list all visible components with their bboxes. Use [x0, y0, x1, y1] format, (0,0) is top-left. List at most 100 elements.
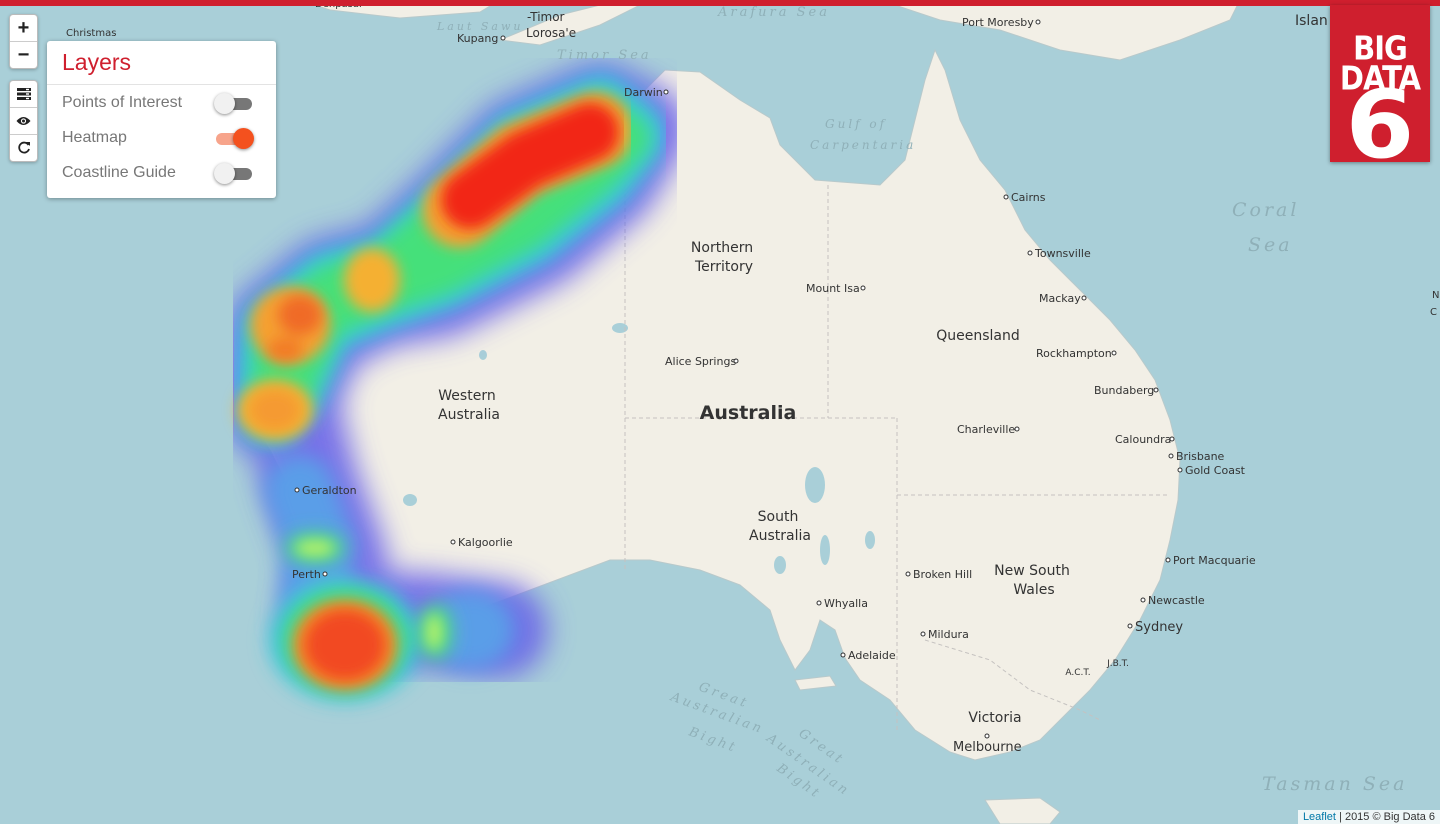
- layer-label-points-of-interest: Points of Interest: [62, 93, 183, 111]
- act-label: A.C.T.: [1065, 668, 1090, 678]
- city-port-macquarie: Port Macquarie: [1165, 554, 1256, 567]
- svg-text:Mildura: Mildura: [928, 628, 969, 641]
- visibility-button[interactable]: [10, 107, 37, 134]
- city-kalgoorlie: Kalgoorlie: [450, 536, 513, 549]
- coral-sea-label-1: Coral: [1232, 199, 1299, 221]
- c-fragment-label: C: [1430, 307, 1437, 318]
- country-label: Australia: [700, 402, 797, 424]
- nt-label-2: Territory: [694, 259, 753, 275]
- layer-row-heatmap: Heatmap: [47, 120, 276, 155]
- city-port-moresby: Port Moresby: [962, 16, 1041, 29]
- layers-toggle-button[interactable]: [10, 81, 37, 107]
- gulf-label-1: Gulf of: [825, 117, 887, 131]
- city-whyalla: Whyalla: [816, 597, 868, 610]
- leaflet-link[interactable]: Leaflet: [1303, 811, 1336, 823]
- attribution: Leaflet | 2015 © Big Data 6: [1297, 810, 1440, 824]
- city-charleville: Charleville: [957, 423, 1020, 436]
- n-fragment-label: N: [1432, 290, 1439, 301]
- city-adelaide: Adelaide: [840, 649, 896, 662]
- heatmap-toggle[interactable]: [216, 127, 254, 149]
- coral-sea-label-2: Sea: [1248, 234, 1293, 256]
- lorosae-label: Lorosa'e: [526, 26, 576, 40]
- svg-text:Darwin: Darwin: [624, 86, 663, 99]
- svg-text:Whyalla: Whyalla: [824, 597, 868, 610]
- city-townsville: Townsville: [1027, 247, 1091, 260]
- layers-panel: Layers Points of Interest Heatmap Coastl…: [47, 41, 276, 198]
- city-cairns: Cairns: [1003, 191, 1046, 204]
- gulf-label-2: Carpentaria: [810, 138, 916, 152]
- nt-label-1: Northern: [691, 240, 753, 256]
- svg-text:Port Moresby: Port Moresby: [962, 16, 1034, 29]
- svg-text:Mackay: Mackay: [1039, 292, 1081, 305]
- city-sydney: Sydney: [1127, 620, 1183, 635]
- svg-text:Port Macquarie: Port Macquarie: [1173, 554, 1256, 567]
- svg-text:Melbourne: Melbourne: [953, 740, 1022, 755]
- svg-text:Cairns: Cairns: [1011, 191, 1046, 204]
- city-caloundra: Caloundra: [1115, 433, 1175, 446]
- top-accent-bar: [0, 0, 1440, 6]
- city-newcastle: Newcastle: [1140, 594, 1205, 607]
- city-bundaberg: Bundaberg: [1094, 384, 1159, 397]
- lake-gairdner: [774, 556, 786, 574]
- city-rockhampton: Rockhampton: [1036, 347, 1117, 360]
- attribution-text: | 2015 © Big Data 6: [1339, 811, 1435, 823]
- city-alice-springs: Alice Springs: [665, 355, 739, 368]
- island-label: Islan: [1295, 13, 1328, 29]
- timor-sea-label: Timor Sea: [557, 48, 652, 63]
- wa-label-1: Western: [438, 388, 495, 404]
- svg-text:Caloundra: Caloundra: [1115, 433, 1171, 446]
- lake-wa: [403, 494, 417, 506]
- svg-text:Gold Coast: Gold Coast: [1185, 464, 1246, 477]
- svg-text:Rockhampton: Rockhampton: [1036, 347, 1112, 360]
- nsw-label-1: New South: [994, 563, 1070, 579]
- svg-text:Adelaide: Adelaide: [848, 649, 896, 662]
- layer-row-points-of-interest: Points of Interest: [47, 85, 276, 120]
- layer-row-coastline-guide: Coastline Guide: [47, 155, 276, 190]
- svg-text:Newcastle: Newcastle: [1148, 594, 1205, 607]
- qld-label: Queensland: [936, 328, 1020, 344]
- layer-label-coastline-guide: Coastline Guide: [62, 163, 176, 181]
- christmas-label: Christmas: [66, 28, 116, 39]
- city-kupang: Kupang: [457, 32, 506, 45]
- city-mildura: Mildura: [920, 628, 969, 641]
- points-of-interest-toggle[interactable]: [214, 92, 252, 114]
- nsw-label-2: Wales: [1013, 582, 1054, 598]
- refresh-button[interactable]: [10, 134, 37, 161]
- city-mackay: Mackay: [1039, 292, 1087, 305]
- wa-label-2: Australia: [438, 407, 500, 423]
- svg-text:Sydney: Sydney: [1135, 620, 1183, 635]
- city-darwin: Darwin: [624, 86, 669, 99]
- sa-label-2: Australia: [749, 528, 811, 544]
- lake-small: [479, 350, 487, 360]
- lake-frome: [865, 531, 875, 549]
- svg-text:Broken Hill: Broken Hill: [913, 568, 972, 581]
- layer-label-heatmap: Heatmap: [62, 128, 127, 146]
- jbt-label: J.B.T.: [1106, 659, 1129, 669]
- svg-text:Bundaberg: Bundaberg: [1094, 384, 1154, 397]
- svg-text:Kalgoorlie: Kalgoorlie: [458, 536, 513, 549]
- tasman-sea-label: Tasman Sea: [1262, 773, 1407, 795]
- layers-panel-title: Layers: [47, 41, 276, 85]
- toolbar: [9, 80, 38, 162]
- coastline-guide-toggle[interactable]: [214, 162, 252, 184]
- city-mount-isa: Mount Isa: [806, 282, 866, 295]
- big-data-6-logo: BIG DATA 6: [1330, 5, 1430, 180]
- arafura-sea-label: Arafura Sea: [717, 5, 830, 20]
- sa-label-1: South: [758, 509, 799, 525]
- eye-icon: [16, 117, 31, 125]
- layers-icon: [16, 88, 31, 100]
- zoom-out-button[interactable]: −: [10, 41, 37, 68]
- svg-text:Geraldton: Geraldton: [302, 484, 357, 497]
- svg-text:Mount Isa: Mount Isa: [806, 282, 860, 295]
- zoom-in-button[interactable]: +: [10, 15, 37, 41]
- svg-text:Charleville: Charleville: [957, 423, 1015, 436]
- refresh-icon: [17, 141, 30, 154]
- city-broken-hill: Broken Hill: [905, 568, 972, 581]
- lake-eyre: [805, 467, 825, 503]
- city-brisbane: Brisbane: [1168, 450, 1225, 463]
- lake-torrens: [820, 535, 830, 565]
- city-gold-coast: Gold Coast: [1177, 464, 1246, 477]
- vic-label: Victoria: [968, 710, 1021, 726]
- svg-text:Kupang: Kupang: [457, 32, 498, 45]
- svg-text:Townsville: Townsville: [1034, 247, 1091, 260]
